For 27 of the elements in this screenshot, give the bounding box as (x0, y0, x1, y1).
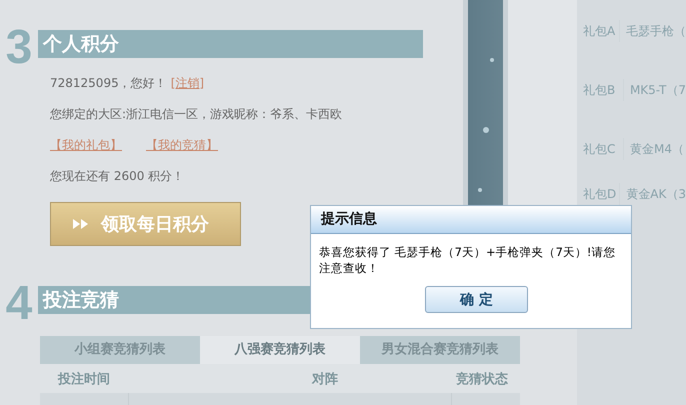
dialog-message: 恭喜您获得了 毛瑟手枪（7天）+手枪弹夹（7天）!请您注意查收！ (318, 244, 617, 276)
section-banner: 个人积分 (38, 30, 423, 58)
list-tab[interactable]: 男女混合赛竞猜列表 (360, 336, 520, 364)
account-link[interactable]: 【我的竞猜】 (146, 137, 218, 154)
table-cell-text: 毛瑟手枪（ (625, 23, 686, 40)
account-info-text: 您绑定的大区:浙江电信一区，游戏昵称：爷系、卡西欧 (50, 106, 342, 123)
table-cell: 礼包C (577, 138, 624, 160)
table-cell: 礼包B (577, 79, 624, 101)
list-tab[interactable]: 小组赛竞猜列表 (40, 336, 200, 364)
greeting-text: 728125095，您好！ (50, 75, 167, 92)
account-link[interactable]: 【我的礼包】 (50, 137, 122, 154)
claim-points-button[interactable]: 领取每日积分 (50, 202, 241, 246)
dialog-title: 提示信息 (311, 206, 631, 234)
section-number: 4 (4, 284, 34, 324)
table-cell-text: 黄金AK（3 (625, 186, 686, 203)
confirm-button[interactable]: 确 定 (425, 286, 528, 313)
logout-link[interactable]: [注销] (170, 75, 204, 92)
list-tab[interactable]: 八强赛竞猜列表 (200, 336, 360, 364)
double-arrow-icon (73, 219, 89, 229)
column-header: 投注时间 (56, 370, 111, 388)
table-cell: 礼包A (577, 20, 620, 42)
column-header: 对阵 (310, 370, 339, 388)
column-header: 竞猜状态 (456, 370, 509, 388)
table-cell-text: 黄金M4（ (629, 141, 684, 158)
table-cell-text: MK5-T（7 (628, 82, 686, 99)
section-number: 3 (4, 28, 34, 68)
points-text: 您现在还有 2600 积分！ (50, 168, 184, 185)
